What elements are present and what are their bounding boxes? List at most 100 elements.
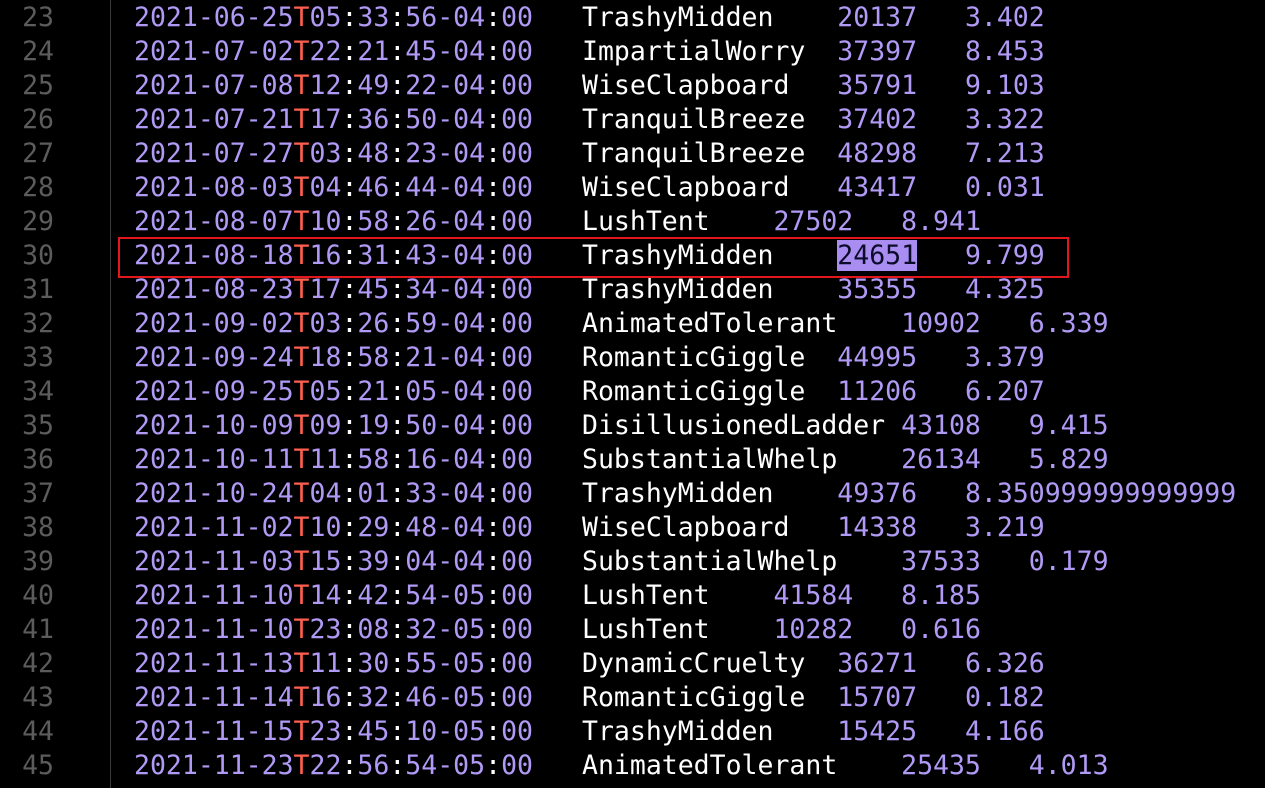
timestamp-tz-offset: -05 [437, 580, 486, 611]
timestamp-time-part: 11 [309, 648, 342, 679]
field-spacing [837, 444, 901, 475]
timestamp-time-part: 26 [357, 308, 390, 339]
timestamp: 2021-08-23T17:45:34-04:00 [134, 273, 533, 307]
record-name: DisillusionedLadder [582, 410, 886, 441]
timestamp-tz-minutes: 00 [501, 614, 533, 645]
timestamp-tz-minutes: 00 [501, 478, 533, 509]
record-score: 0.616 [901, 614, 981, 645]
timestamp: 2021-07-21T17:36:50-04:00 [134, 103, 533, 137]
record-name: TranquilBreeze [582, 104, 806, 135]
timestamp-date: 2021-07-08 [134, 70, 294, 101]
record-value: 10282 [773, 614, 854, 645]
timestamp-colon: : [341, 240, 358, 271]
timestamp: 2021-09-24T18:58:21-04:00 [134, 341, 533, 375]
timestamp-time-part: 54 [405, 580, 438, 611]
timestamp-colon: : [389, 376, 406, 407]
timestamp-tz-minutes: 00 [501, 546, 533, 577]
field-spacing [917, 512, 965, 543]
text-editor[interactable]: 23 2021-06-25T05:33:56-04:00 TrashyMidden … [0, 0, 1265, 788]
field-spacing [837, 546, 901, 577]
record-score: 8.350999999999999 [964, 478, 1237, 509]
timestamp-tz-offset: -05 [437, 750, 486, 781]
record-value: 43108 [901, 410, 981, 441]
record-score: 6.339 [1028, 308, 1109, 339]
field-spacing [773, 274, 837, 305]
timestamp-colon: : [341, 716, 358, 747]
timestamp-tz-offset: -04 [437, 240, 486, 271]
record-name: WiseClapboard [582, 512, 790, 543]
record-score: 4.013 [1028, 750, 1109, 781]
timestamp-tz-minutes: 00 [501, 240, 533, 271]
timestamp: 2021-08-03T04:46:44-04:00 [134, 171, 533, 205]
record-value: 27502 [773, 206, 854, 237]
record-score: 3.322 [964, 104, 1045, 135]
timestamp-time-part: 43 [405, 240, 438, 271]
timestamp-time-part: 58 [357, 342, 390, 373]
field-spacing [710, 614, 774, 645]
record-name: LushTent [582, 580, 710, 611]
record-score: 0.182 [964, 682, 1045, 713]
timestamp-time-part: 19 [357, 410, 390, 441]
timestamp-time-part: 03 [309, 308, 342, 339]
timestamp-tz-minutes: 00 [501, 580, 533, 611]
timestamp-t-separator: T [293, 750, 310, 781]
timestamp-colon: : [389, 750, 406, 781]
field-spacing [773, 478, 837, 509]
record-score: 0.031 [964, 172, 1045, 203]
field-spacing [789, 172, 837, 203]
timestamp-date: 2021-10-11 [134, 444, 294, 475]
timestamp: 2021-09-02T03:26:59-04:00 [134, 307, 533, 341]
timestamp-time-part: 01 [357, 478, 390, 509]
field-spacing [710, 580, 774, 611]
timestamp-tz-offset: -04 [437, 104, 486, 135]
timestamp-tz-offset: -04 [437, 70, 486, 101]
timestamp-tz-offset: -04 [437, 376, 486, 407]
timestamp-tz-offset: -05 [437, 716, 486, 747]
timestamp: 2021-11-15T23:45:10-05:00 [134, 715, 533, 749]
timestamp-time-part: 58 [357, 206, 390, 237]
timestamp-colon: : [485, 308, 502, 339]
timestamp-colon: : [341, 682, 358, 713]
timestamp-colon: : [485, 750, 502, 781]
timestamp: 2021-07-02T22:21:45-04:00 [134, 35, 533, 69]
timestamp: 2021-07-08T12:49:22-04:00 [134, 69, 533, 103]
record-name: TrashyMidden [582, 274, 774, 305]
timestamp-time-part: 49 [357, 70, 390, 101]
timestamp-time-part: 16 [309, 240, 342, 271]
record-value: 35791 [837, 70, 918, 101]
line-number: 35 [22, 410, 54, 441]
field-spacing [789, 512, 837, 543]
timestamp-time-part: 32 [357, 682, 390, 713]
timestamp-colon: : [389, 478, 406, 509]
timestamp-colon: : [485, 580, 502, 611]
record-name: AnimatedTolerant [582, 750, 838, 781]
row-fields: TrashyMidden 49376 8.350999999999999 [582, 477, 1236, 511]
timestamp-tz-offset: -04 [437, 274, 486, 305]
field-spacing [917, 36, 965, 67]
timestamp-date: 2021-08-07 [134, 206, 294, 237]
field-spacing [917, 138, 965, 169]
timestamp-colon: : [341, 342, 358, 373]
timestamp-tz-offset: -04 [437, 410, 486, 441]
field-spacing [981, 750, 1029, 781]
row-fields: AnimatedTolerant 10902 6.339 [582, 307, 1109, 341]
line-number: 37 [22, 478, 54, 509]
timestamp: 2021-11-10T14:42:54-05:00 [134, 579, 533, 613]
row-fields: TranquilBreeze 48298 7.213 [582, 137, 1045, 171]
timestamp-tz-minutes: 00 [501, 512, 533, 543]
gutter-divider [110, 0, 111, 788]
timestamp-time-part: 05 [405, 376, 438, 407]
timestamp-tz-minutes: 00 [501, 274, 533, 305]
timestamp-colon: : [341, 2, 358, 33]
timestamp-time-part: 36 [357, 104, 390, 135]
row-fields: LushTent 27502 8.941 [582, 205, 981, 239]
timestamp-colon: : [485, 478, 502, 509]
timestamp-time-part: 42 [357, 580, 390, 611]
line-number: 41 [22, 614, 54, 645]
timestamp-time-part: 12 [309, 70, 342, 101]
row-fields: TranquilBreeze 37402 3.322 [582, 103, 1045, 137]
timestamp-colon: : [341, 750, 358, 781]
record-value: 43417 [837, 172, 918, 203]
timestamp-tz-minutes: 00 [501, 444, 533, 475]
record-score: 9.415 [1028, 410, 1109, 441]
